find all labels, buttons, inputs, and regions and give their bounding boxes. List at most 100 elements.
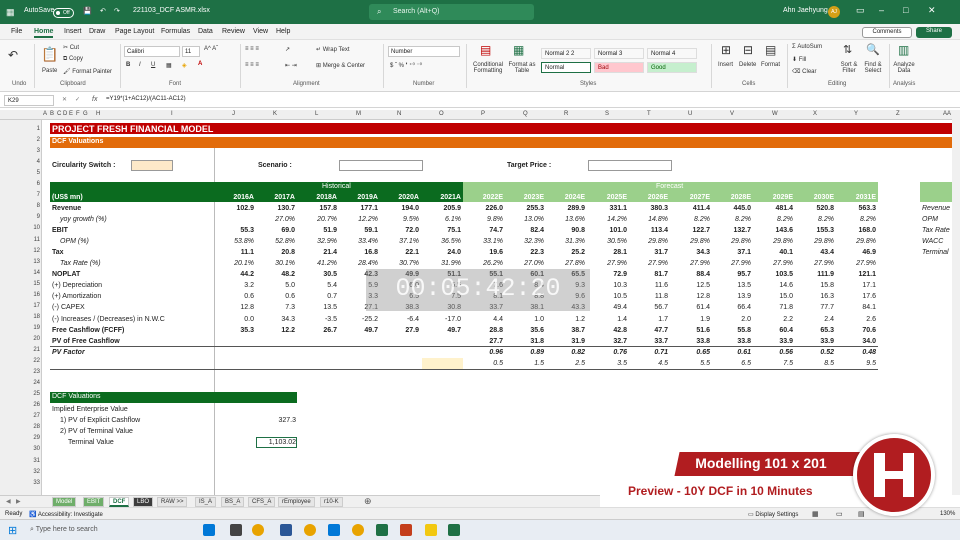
- outlook-icon[interactable]: [203, 524, 215, 536]
- value-cell[interactable]: 8.5: [794, 360, 834, 367]
- style-normal-3[interactable]: Normal 3: [594, 48, 644, 59]
- value-cell[interactable]: 411.4: [670, 205, 710, 212]
- row-header[interactable]: 16: [26, 292, 40, 298]
- assumption-label[interactable]: WACC: [922, 238, 943, 245]
- value-cell[interactable]: 1.5: [504, 360, 544, 367]
- value-cell[interactable]: 15.0: [753, 293, 793, 300]
- value-cell[interactable]: 11.1: [214, 249, 254, 256]
- column-header[interactable]: G: [83, 111, 88, 117]
- value-cell[interactable]: 33.8: [711, 338, 751, 345]
- value-cell[interactable]: 4.5: [628, 360, 668, 367]
- copy-button[interactable]: ⧉ Copy: [63, 56, 83, 63]
- value-cell[interactable]: 27.9%: [711, 260, 751, 267]
- column-header[interactable]: Z: [896, 111, 900, 117]
- value-cell[interactable]: 47.7: [628, 327, 668, 334]
- column-header[interactable]: R: [564, 111, 568, 117]
- value-cell[interactable]: 194.0: [379, 205, 419, 212]
- fill-color-icon[interactable]: ◈: [182, 62, 187, 69]
- analyze-data-label[interactable]: Analyze Data: [893, 62, 915, 74]
- comments-button[interactable]: Comments: [862, 27, 912, 38]
- value-cell[interactable]: 33.9: [794, 338, 834, 345]
- display-settings-button[interactable]: ▭ Display Settings: [748, 511, 798, 518]
- value-cell[interactable]: 13.5: [711, 282, 751, 289]
- value-cell[interactable]: 0.71: [628, 349, 668, 356]
- line-item-label[interactable]: NOPLAT: [52, 271, 80, 278]
- cut-button[interactable]: ✂ Cut: [63, 44, 79, 51]
- value-cell[interactable]: 25.2: [545, 249, 585, 256]
- value-cell[interactable]: 29.8%: [753, 238, 793, 245]
- column-header[interactable]: X: [813, 111, 817, 117]
- conditional-formatting-label[interactable]: Conditional Formatting: [471, 62, 505, 74]
- line-item-label[interactable]: Tax Rate (%): [60, 260, 101, 267]
- value-cell[interactable]: 3.2: [214, 282, 254, 289]
- value-cell[interactable]: 14.8%: [628, 216, 668, 223]
- value-cell[interactable]: 37.1%: [379, 238, 419, 245]
- value-cell[interactable]: 0.48: [836, 349, 876, 356]
- align-top-icon[interactable]: ≡ ≡ ≡: [245, 46, 259, 52]
- excel-taskbar-icon[interactable]: [448, 524, 460, 536]
- value-cell[interactable]: 52.8%: [255, 238, 295, 245]
- orientation-icon[interactable]: ↗: [285, 46, 290, 53]
- windows-start-icon[interactable]: ⊞: [8, 524, 17, 537]
- row-header[interactable]: 4: [26, 159, 40, 165]
- value-cell[interactable]: 22.3: [504, 249, 544, 256]
- row-header[interactable]: 25: [26, 391, 40, 397]
- value-cell[interactable]: 445.0: [711, 205, 751, 212]
- value-cell[interactable]: 8.2%: [670, 216, 710, 223]
- value-cell[interactable]: 520.8: [794, 205, 834, 212]
- value-cell[interactable]: 66.4: [711, 304, 751, 311]
- autosum-button[interactable]: Σ AutoSum: [792, 44, 822, 50]
- value-cell[interactable]: 12.8: [214, 304, 254, 311]
- value-cell[interactable]: 10.3: [587, 282, 627, 289]
- zoom-level[interactable]: 130%: [940, 511, 955, 517]
- row-header[interactable]: 10: [26, 225, 40, 231]
- autosave-toggle[interactable]: Off: [53, 8, 74, 18]
- tab-cfs-a[interactable]: CFS_A: [248, 497, 276, 507]
- menu-draw[interactable]: Draw: [89, 28, 105, 35]
- row-header[interactable]: 32: [26, 469, 40, 475]
- insert-function-icon[interactable]: fx: [92, 96, 97, 103]
- value-cell[interactable]: 27.9%: [753, 260, 793, 267]
- avatar[interactable]: AJ: [828, 6, 840, 18]
- value-cell[interactable]: 5.0: [255, 282, 295, 289]
- value-cell[interactable]: 65.3: [794, 327, 834, 334]
- value-cell[interactable]: 36.5%: [421, 238, 461, 245]
- style-good[interactable]: Good: [647, 62, 697, 73]
- value-cell[interactable]: 5.5: [670, 360, 710, 367]
- analyze-data-icon[interactable]: ▥: [898, 43, 909, 57]
- value-cell[interactable]: 33.9: [753, 338, 793, 345]
- row-header[interactable]: 21: [26, 347, 40, 353]
- value-cell[interactable]: 0.65: [670, 349, 710, 356]
- value-cell[interactable]: 30.7%: [379, 260, 419, 267]
- column-header[interactable]: H: [96, 111, 100, 117]
- value-cell[interactable]: 61.4: [670, 304, 710, 311]
- value-cell[interactable]: 0.76: [587, 349, 627, 356]
- value-cell[interactable]: 101.0: [587, 227, 627, 234]
- value-cell[interactable]: 13.0%: [504, 216, 544, 223]
- page-layout-view-icon[interactable]: ▭: [836, 510, 843, 518]
- value-cell[interactable]: 8.2%: [711, 216, 751, 223]
- italic-button[interactable]: I: [139, 62, 141, 68]
- value-cell[interactable]: 1.9: [670, 316, 710, 323]
- column-header[interactable]: P: [481, 111, 485, 117]
- model-subtitle[interactable]: DCF Valuations: [52, 138, 103, 145]
- value-cell[interactable]: 24.0: [421, 249, 461, 256]
- value-cell[interactable]: 29.8%: [836, 238, 876, 245]
- word-icon[interactable]: [280, 524, 292, 536]
- value-cell[interactable]: 143.6: [753, 227, 793, 234]
- value-cell[interactable]: 27.0%: [255, 216, 295, 223]
- value-cell[interactable]: 30.5%: [587, 238, 627, 245]
- paste-icon[interactable]: 📋: [41, 46, 58, 63]
- value-cell[interactable]: 59.1: [338, 227, 378, 234]
- value-cell[interactable]: 5.4: [297, 282, 337, 289]
- value-cell[interactable]: 27.9: [379, 327, 419, 334]
- style-normal-2-2[interactable]: Normal 2 2: [541, 48, 591, 59]
- pv-explicit-value[interactable]: 327.3: [256, 417, 296, 424]
- menu-page-layout[interactable]: Page Layout: [115, 28, 154, 35]
- column-header[interactable]: B: [50, 111, 54, 117]
- value-cell[interactable]: 43.4: [794, 249, 834, 256]
- column-header[interactable]: L: [315, 111, 318, 117]
- row-header[interactable]: 14: [26, 270, 40, 276]
- column-header[interactable]: Q: [523, 111, 528, 117]
- row-header[interactable]: 18: [26, 314, 40, 320]
